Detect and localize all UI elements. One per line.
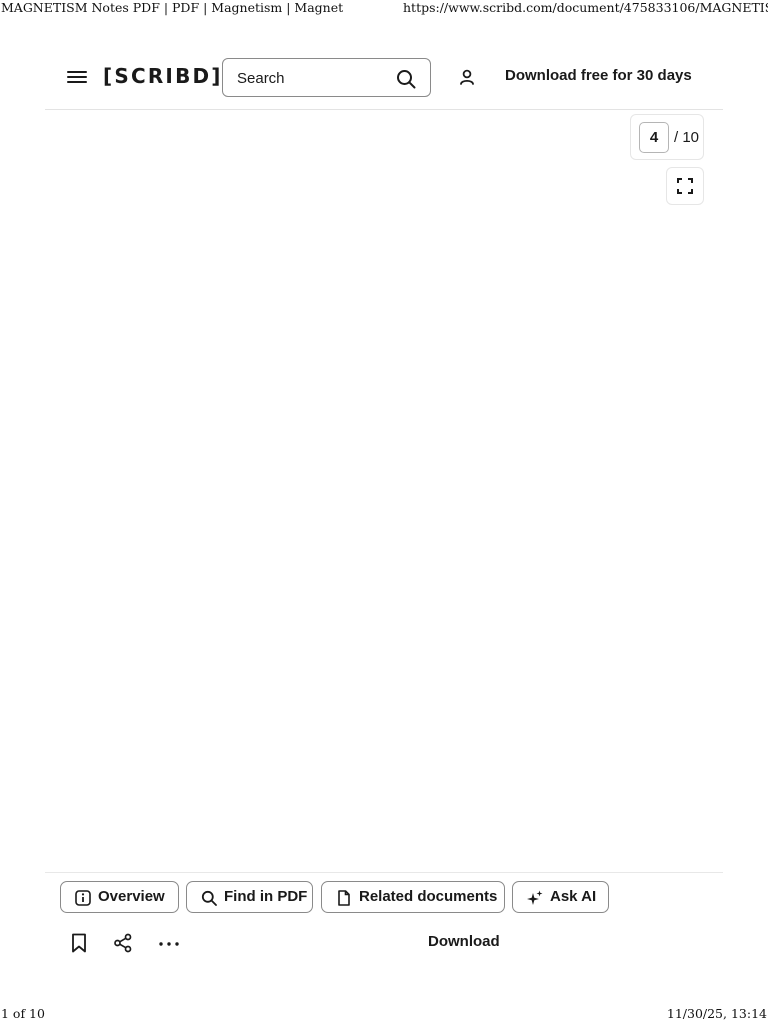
fullscreen-icon bbox=[677, 178, 693, 194]
related-documents-tab[interactable]: Related documents bbox=[321, 881, 505, 913]
total-pages: / 10 bbox=[674, 129, 700, 146]
search-input[interactable] bbox=[237, 68, 387, 88]
share-icon[interactable] bbox=[113, 933, 133, 953]
print-footer: 1 of 10 11/30/25, 13:14 bbox=[0, 1004, 768, 1024]
print-page-number: 1 of 10 bbox=[1, 1006, 45, 1021]
more-icon[interactable] bbox=[158, 941, 180, 947]
ask-ai-tab[interactable]: Ask AI bbox=[512, 881, 609, 913]
download-free-trial-button[interactable]: Download free for 30 days bbox=[505, 67, 692, 84]
find-in-pdf-tab[interactable]: Find in PDF bbox=[186, 881, 313, 913]
overview-tab-label: Overview bbox=[98, 888, 165, 905]
bookmark-icon[interactable] bbox=[71, 933, 87, 953]
top-navigation-bar: [SCRIBD] Download free for 30 days bbox=[45, 56, 723, 110]
ask-ai-tab-label: Ask AI bbox=[550, 888, 597, 905]
document-icon bbox=[338, 890, 350, 906]
related-documents-tab-label: Related documents bbox=[359, 888, 498, 905]
print-page-title: MAGNETISM Notes PDF | PDF | Magnetism | … bbox=[1, 0, 344, 15]
search-icon[interactable] bbox=[396, 69, 416, 89]
print-datetime: 11/30/25, 13:14 bbox=[666, 1006, 767, 1021]
find-in-pdf-tab-label: Find in PDF bbox=[224, 888, 308, 905]
overview-tab[interactable]: Overview bbox=[60, 881, 179, 913]
fullscreen-button[interactable] bbox=[666, 167, 704, 205]
search-icon bbox=[201, 890, 217, 906]
scribd-logo[interactable]: [SCRIBD] bbox=[103, 64, 223, 88]
user-icon[interactable] bbox=[458, 68, 476, 86]
current-page-input[interactable]: 4 bbox=[639, 122, 669, 153]
page-counter: 4 / 10 bbox=[630, 114, 704, 160]
sparkle-icon bbox=[527, 890, 543, 905]
hamburger-menu-icon[interactable] bbox=[67, 68, 89, 86]
print-header: MAGNETISM Notes PDF | PDF | Magnetism | … bbox=[0, 0, 768, 18]
bottom-toolbar: Overview Find in PDF Related documents A… bbox=[45, 872, 723, 972]
search-box[interactable] bbox=[222, 58, 431, 97]
download-button[interactable]: Download bbox=[428, 933, 500, 950]
info-icon bbox=[75, 890, 91, 906]
print-page-url: https://www.scribd.com/document/47583310… bbox=[403, 0, 768, 15]
